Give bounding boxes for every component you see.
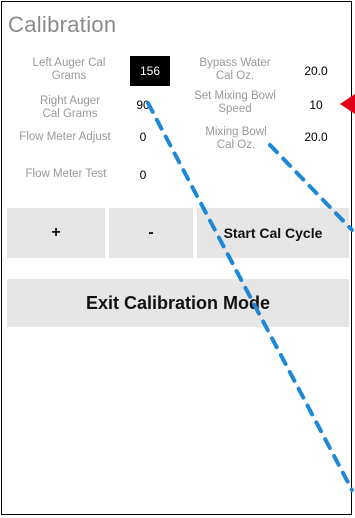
increment-button[interactable]: + [7,208,105,258]
decrement-button[interactable]: - [109,208,193,258]
exit-calibration-mode-button[interactable]: Exit Calibration Mode [7,279,349,327]
bypass-water-cal-oz-label: Bypass Water Cal Oz. [199,57,271,82]
flow-meter-adjust-field[interactable]: 0 [123,122,163,152]
mixing-bowl-cal-oz-label: Mixing Bowl Cal Oz. [205,126,267,151]
start-cal-cycle-button[interactable]: Start Cal Cycle [197,208,349,258]
page-title: Calibration [8,12,117,37]
right-auger-cal-grams-field[interactable]: 90 [123,90,163,120]
flow-meter-adjust-label: Flow Meter Adjust [19,131,111,143]
mixing-bowl-cal-oz-field[interactable]: 20.0 [296,122,336,152]
left-auger-cal-grams-label: Left Auger Cal Grams [32,57,106,82]
bypass-water-cal-oz-field[interactable]: 20.0 [296,56,336,86]
flow-meter-test-label: Flow Meter Test [25,168,107,180]
calibration-panel: Calibration Left Auger Cal Grams 156 Rig… [1,1,352,515]
set-mixing-bowl-speed-label: Set Mixing Bowl Speed [194,90,276,115]
right-auger-cal-grams-label: Right Auger Cal Grams [39,95,101,120]
flow-meter-test-field[interactable]: 0 [123,160,163,190]
set-mixing-bowl-speed-field[interactable]: 10 [296,90,336,120]
left-auger-cal-grams-field[interactable]: 156 [130,56,170,86]
